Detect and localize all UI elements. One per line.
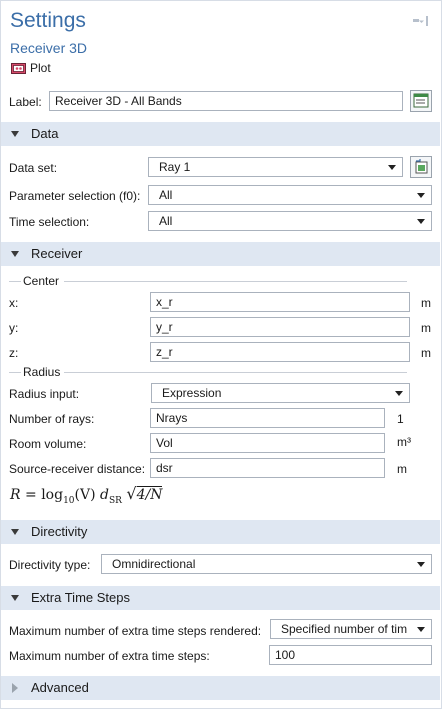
window-title: Settings [10, 9, 86, 32]
label-field-label: Label: [9, 95, 42, 109]
radius-input-select[interactable]: Expression [151, 383, 410, 403]
section-title: Data [31, 126, 59, 141]
time-selection-label: Time selection: [9, 215, 90, 229]
goto-dataset-icon[interactable] [410, 156, 432, 178]
dataset-select-value: Ray 1 [159, 160, 191, 174]
collapsed-triangle-icon [12, 683, 18, 693]
section-advanced-header[interactable]: Advanced [1, 676, 440, 700]
section-directivity-header[interactable]: Directivity [1, 520, 440, 544]
extra-steps-rendered-label: Maximum number of extra time steps rende… [9, 624, 262, 638]
z-unit: m [421, 346, 431, 360]
expand-triangle-icon [11, 529, 19, 535]
parameter-selection-select[interactable]: All [148, 185, 432, 205]
group-divider [9, 372, 21, 373]
dataset-select[interactable]: Ray 1 [148, 157, 403, 177]
sqrt-icon: √ [126, 484, 137, 503]
max-extra-steps-label: Maximum number of extra time steps: [9, 649, 210, 663]
section-data-header[interactable]: Data [1, 122, 440, 146]
plot-icon [11, 63, 26, 74]
directivity-type-select[interactable]: Omnidirectional [101, 554, 432, 574]
formula-radicand: 4/N [136, 486, 163, 503]
room-volume-label: Room volume: [9, 437, 87, 451]
radius-input-value: Expression [162, 386, 222, 400]
source-receiver-distance-label: Source-receiver distance: [9, 462, 146, 476]
x-input[interactable]: x_r [150, 292, 410, 312]
source-receiver-distance-unit: m [397, 462, 407, 476]
plot-button-label[interactable]: Plot [30, 61, 51, 75]
x-unit: m [421, 296, 431, 310]
parameter-selection-label: Parameter selection (f0): [9, 189, 141, 203]
expand-triangle-icon [11, 251, 19, 257]
formula-arg: (V) [74, 487, 96, 503]
z-input[interactable]: z_r [150, 342, 410, 362]
formula-d: d [100, 487, 109, 503]
y-input[interactable]: y_r [150, 317, 410, 337]
chevron-down-icon [417, 219, 425, 224]
x-label: x: [9, 296, 19, 310]
room-volume-input[interactable]: Vol [150, 433, 385, 453]
formula-equals: = [25, 487, 37, 503]
center-group-label: Center [23, 274, 60, 288]
time-selection-select[interactable]: All [148, 211, 432, 231]
section-title: Directivity [31, 524, 88, 539]
section-title: Extra Time Steps [31, 590, 130, 605]
z-label: z: [9, 346, 19, 360]
y-unit: m [421, 321, 431, 335]
section-title: Receiver [31, 246, 83, 261]
radius-input-label: Radius input: [9, 387, 80, 401]
formula-log: log [41, 487, 64, 503]
formula-log-base: 10 [63, 495, 75, 506]
group-divider [9, 281, 21, 282]
parameter-selection-value: All [159, 188, 173, 202]
time-selection-value: All [159, 214, 173, 228]
source-receiver-distance-input[interactable]: dsr [150, 458, 385, 478]
dataset-label: Data set: [9, 161, 58, 175]
extra-steps-rendered-value: Specified number of tim [281, 622, 408, 636]
room-volume-unit: m³ [397, 435, 411, 449]
expand-triangle-icon [11, 595, 19, 601]
section-receiver-header[interactable]: Receiver [1, 242, 440, 266]
section-extra-time-steps-header[interactable]: Extra Time Steps [1, 586, 440, 610]
extra-steps-rendered-select[interactable]: Specified number of tim [270, 619, 432, 639]
label-input[interactable]: Receiver 3D - All Bands [49, 91, 403, 111]
formula-d-sub: SR [108, 495, 122, 506]
chevron-down-icon [417, 193, 425, 198]
number-of-rays-label: Number of rays: [9, 412, 95, 426]
group-divider [64, 281, 407, 282]
number-of-rays-input[interactable]: Nrays [150, 408, 385, 428]
radius-formula: R = log10(V) dSR √4/N [10, 484, 163, 508]
radius-group-label: Radius [23, 365, 61, 379]
max-extra-steps-input[interactable]: 100 [269, 645, 432, 665]
chevron-down-icon [417, 627, 425, 632]
chevron-down-icon [388, 165, 396, 170]
label-edit-icon[interactable] [410, 90, 432, 112]
directivity-type-label: Directivity type: [9, 558, 91, 572]
y-label: y: [9, 321, 19, 335]
node-subtitle: Receiver 3D [10, 40, 88, 56]
formula-lhs: R [10, 487, 21, 503]
expand-triangle-icon [11, 131, 19, 137]
chevron-down-icon [417, 562, 425, 567]
group-divider [64, 372, 407, 373]
section-title: Advanced [31, 680, 89, 695]
number-of-rays-unit: 1 [397, 412, 404, 426]
chevron-down-icon [395, 391, 403, 396]
directivity-type-value: Omnidirectional [112, 557, 196, 571]
pin-icon[interactable] [410, 14, 430, 28]
